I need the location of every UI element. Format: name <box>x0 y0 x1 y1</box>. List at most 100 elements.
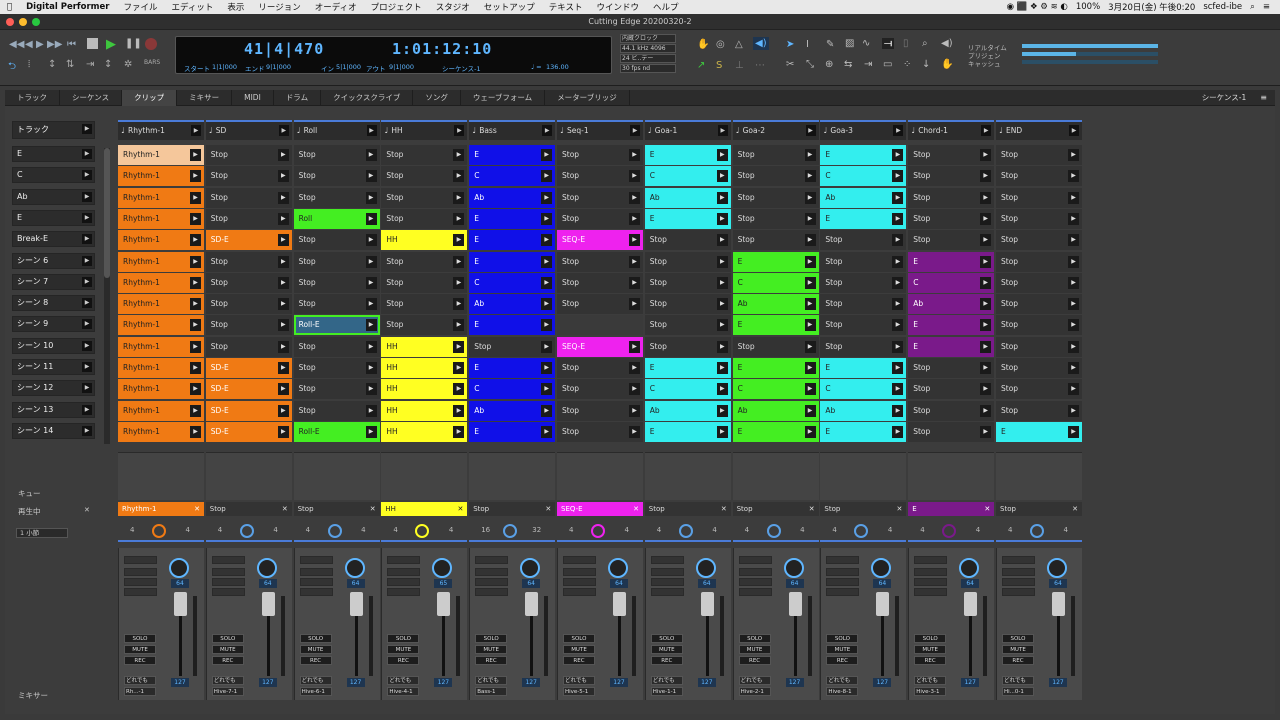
clip-cell[interactable]: Stop ▶ <box>381 294 468 315</box>
output-select[interactable]: Hive-2-1 <box>738 687 771 696</box>
track-header[interactable]: ♩ SD ▶ <box>205 120 292 140</box>
clip-cell[interactable]: Stop ▶ <box>908 145 995 165</box>
input-select[interactable]: どれでも <box>124 676 156 685</box>
scene-play-icon[interactable]: ▶ <box>82 212 92 223</box>
solo-button[interactable]: SOLO <box>299 634 332 643</box>
clip-play-icon[interactable]: ▶ <box>1068 149 1079 161</box>
clip-cell[interactable]: Rhythm-1 ▶ <box>118 315 204 336</box>
clip-cell[interactable]: Stop ▶ <box>732 230 819 251</box>
clip-cell[interactable]: Stop ▶ <box>996 294 1082 315</box>
clip-cell[interactable]: Stop ▶ <box>557 166 643 187</box>
clip-cell[interactable]: Rhythm-1 ▶ <box>118 421 204 442</box>
clip-cell[interactable]: Stop ▶ <box>381 208 468 229</box>
menu-5[interactable]: プロジェクト <box>364 1 429 13</box>
clip-play-icon[interactable]: ▶ <box>1068 340 1079 353</box>
clip-cell[interactable]: SD-E ▶ <box>205 421 292 442</box>
metronome-icon[interactable]: ✲ <box>124 59 132 70</box>
clip-play-icon[interactable]: ▶ <box>541 383 553 396</box>
loop-length-b[interactable]: 4 <box>800 526 804 534</box>
in-value[interactable]: 5|1|000 <box>336 63 361 71</box>
insert-slot[interactable] <box>211 578 245 586</box>
play-button[interactable]: ▶ <box>106 37 116 52</box>
clip-play-icon[interactable]: ▶ <box>541 276 553 289</box>
loop-length[interactable]: 44 <box>996 520 1082 542</box>
clip-cell[interactable]: Stop ▶ <box>293 145 380 165</box>
insert-slot[interactable] <box>1002 578 1035 586</box>
output-select[interactable]: Hive-7-1 <box>211 687 244 696</box>
insert-slot[interactable] <box>299 588 333 596</box>
clip-play-icon[interactable]: ▶ <box>541 362 553 374</box>
clip-cell[interactable]: SEQ-E ▶ <box>557 230 643 251</box>
clip-play-icon[interactable]: ▶ <box>190 170 201 183</box>
pan-knob[interactable] <box>783 558 804 578</box>
tab-6[interactable]: クイックスクライブ <box>321 89 414 106</box>
pan-value[interactable]: 64 <box>1049 579 1067 588</box>
volume-value[interactable]: 127 <box>171 678 189 687</box>
track-header[interactable]: ♩ END ▶ <box>996 120 1082 140</box>
loop-length[interactable]: 44 <box>557 520 643 542</box>
clip-play-icon[interactable]: ▶ <box>980 255 992 268</box>
clip-play-icon[interactable]: ▶ <box>804 212 816 225</box>
out-value[interactable]: 9|1|000 <box>389 63 414 71</box>
clip-cell[interactable]: Rhythm-1 ▶ <box>118 379 204 400</box>
blade-tool-icon[interactable]: ⇥ <box>864 59 872 70</box>
clip-cell[interactable]: SEQ-E ▶ <box>557 336 643 357</box>
step-forward-icon[interactable]: ▶ <box>36 39 44 50</box>
clip-cell[interactable]: Stop ▶ <box>205 272 292 293</box>
clip-play-icon[interactable]: ▶ <box>892 404 904 417</box>
pan-value[interactable]: 65 <box>434 579 453 588</box>
input-select[interactable]: どれでも <box>650 676 683 685</box>
clip-play-icon[interactable]: ▶ <box>629 383 640 396</box>
clip-play-icon[interactable]: ▶ <box>804 276 816 289</box>
clip-play-icon[interactable]: ▶ <box>365 149 377 161</box>
battery-status[interactable]: 100% <box>1076 2 1100 12</box>
clip-cell[interactable]: Stop ▶ <box>557 421 643 442</box>
rec-button[interactable]: REC <box>211 656 244 665</box>
clip-cell[interactable]: Stop ▶ <box>293 400 380 421</box>
scene-row[interactable]: シーン 9 ▶ <box>12 316 95 333</box>
clip-cell[interactable]: Ab ▶ <box>820 400 907 421</box>
now-playing[interactable]: Stop ✕ <box>469 502 556 516</box>
clip-cell[interactable]: Stop ▶ <box>557 358 643 378</box>
insert-slot[interactable] <box>738 556 772 564</box>
volume-value[interactable]: 127 <box>258 678 277 687</box>
tool-slot-icon[interactable]: ▯ <box>903 38 909 49</box>
cue-slot[interactable] <box>469 452 556 500</box>
insert-slot[interactable] <box>475 588 509 596</box>
clip-play-icon[interactable]: ▶ <box>716 255 728 268</box>
now-playing[interactable]: E ✕ <box>908 502 995 516</box>
clip-play-icon[interactable]: ▶ <box>804 255 816 268</box>
clip-play-icon[interactable]: ▶ <box>453 340 465 353</box>
stop-clip-icon[interactable]: ✕ <box>1072 502 1078 516</box>
clip-play-icon[interactable]: ▶ <box>629 234 640 247</box>
mute-button[interactable]: MUTE <box>738 645 771 654</box>
loop-length-b[interactable]: 4 <box>273 526 277 534</box>
clip-play-icon[interactable]: ▶ <box>804 191 816 204</box>
clip-cell[interactable]: Stop ▶ <box>293 272 380 293</box>
clip-cell[interactable]: E ▶ <box>732 421 819 442</box>
insert-slot[interactable] <box>650 556 684 564</box>
clip-cell[interactable]: Stop ▶ <box>732 145 819 165</box>
clip-cell[interactable]: Stop ▶ <box>557 187 643 208</box>
clip-cell[interactable]: Stop ▶ <box>557 272 643 293</box>
loop-length[interactable]: 16 32 <box>469 520 556 542</box>
clip-play-icon[interactable]: ▶ <box>365 234 377 247</box>
clip-play-icon[interactable]: ▶ <box>277 276 289 289</box>
loop-length-a[interactable]: 4 <box>218 526 222 534</box>
time-counter[interactable]: 1:01:12:10 <box>392 40 492 58</box>
clip-cell[interactable]: Stop ▶ <box>996 208 1082 229</box>
clip-cell[interactable]: E ▶ <box>469 251 556 272</box>
insert-slot[interactable] <box>650 588 684 596</box>
insert-slot[interactable] <box>826 588 860 596</box>
clip-play-icon[interactable]: ▶ <box>716 319 728 332</box>
scene-row[interactable]: シーン 6 ▶ <box>12 252 95 269</box>
scene-play-icon[interactable]: ▶ <box>82 425 92 436</box>
rec-button[interactable]: REC <box>738 656 771 665</box>
clip-play-icon[interactable]: ▶ <box>541 149 553 161</box>
clip-play-icon[interactable]: ▶ <box>892 170 904 183</box>
clip-cell[interactable]: Stop ▶ <box>293 166 380 187</box>
insert-slot[interactable] <box>475 556 509 564</box>
pan-value[interactable]: 64 <box>697 579 716 588</box>
loop-length-a[interactable]: 4 <box>130 526 134 534</box>
clip-play-icon[interactable]: ▶ <box>190 362 201 374</box>
